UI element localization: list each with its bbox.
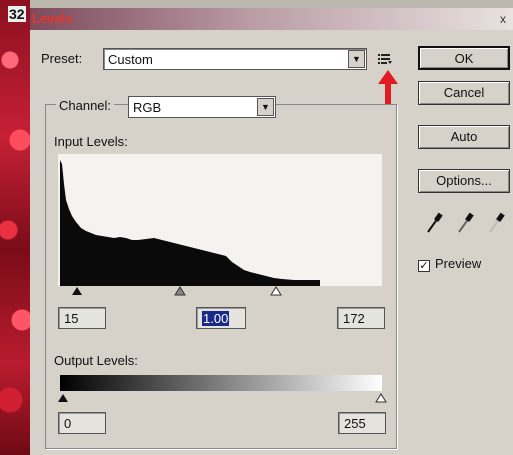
annotation-arrow-icon	[378, 70, 398, 107]
input-gamma-field[interactable]: 1.00	[196, 307, 246, 329]
list-menu-icon[interactable]	[378, 53, 392, 68]
close-icon[interactable]: x	[495, 11, 511, 27]
channel-select[interactable]: RGB ▼	[128, 96, 276, 118]
channel-value: RGB	[133, 100, 162, 115]
window-top-edge	[30, 0, 513, 8]
chevron-down-icon[interactable]: ▼	[348, 50, 365, 68]
page-number: 32	[8, 6, 26, 22]
checkbox-check-icon[interactable]: ✓	[418, 260, 430, 272]
channel-label: Channel:	[56, 98, 115, 113]
output-gradient-bar	[60, 375, 382, 391]
output-white-field[interactable]: 255	[338, 412, 386, 434]
preview-label: Preview	[435, 256, 482, 271]
preset-value: Custom	[108, 52, 153, 67]
input-white-point-slider[interactable]	[270, 286, 282, 296]
input-black-point-slider[interactable]	[72, 287, 82, 295]
preset-select[interactable]: Custom ▼	[103, 48, 367, 70]
output-black-field[interactable]: 0	[58, 412, 106, 434]
input-levels-label: Input Levels:	[54, 134, 128, 149]
output-white-point-slider[interactable]	[375, 393, 387, 403]
cancel-button[interactable]: Cancel	[418, 81, 510, 105]
output-slider[interactable]	[58, 391, 388, 403]
black-eyedropper-icon[interactable]	[425, 212, 443, 237]
dialog-title: Levels	[32, 11, 73, 26]
input-slider[interactable]	[58, 284, 382, 296]
ok-button[interactable]: OK	[418, 46, 510, 70]
input-black-field[interactable]: 15	[58, 307, 106, 329]
background-photo-strip	[0, 0, 30, 455]
output-levels-label: Output Levels:	[54, 353, 138, 368]
title-bar	[30, 8, 513, 30]
preset-label: Preset:	[41, 51, 83, 66]
white-eyedropper-icon[interactable]	[487, 212, 505, 237]
options-button[interactable]: Options...	[418, 169, 510, 193]
preview-checkbox[interactable]: ✓ Preview	[418, 256, 481, 272]
input-white-field[interactable]: 172	[337, 307, 385, 329]
gray-eyedropper-icon[interactable]	[456, 212, 474, 237]
input-gamma-value: 1.00	[202, 311, 230, 326]
histogram	[58, 154, 382, 286]
chevron-down-icon[interactable]: ▼	[257, 98, 274, 116]
auto-button[interactable]: Auto	[418, 125, 510, 149]
output-black-point-slider[interactable]	[58, 394, 68, 402]
input-gamma-slider[interactable]	[174, 286, 186, 296]
